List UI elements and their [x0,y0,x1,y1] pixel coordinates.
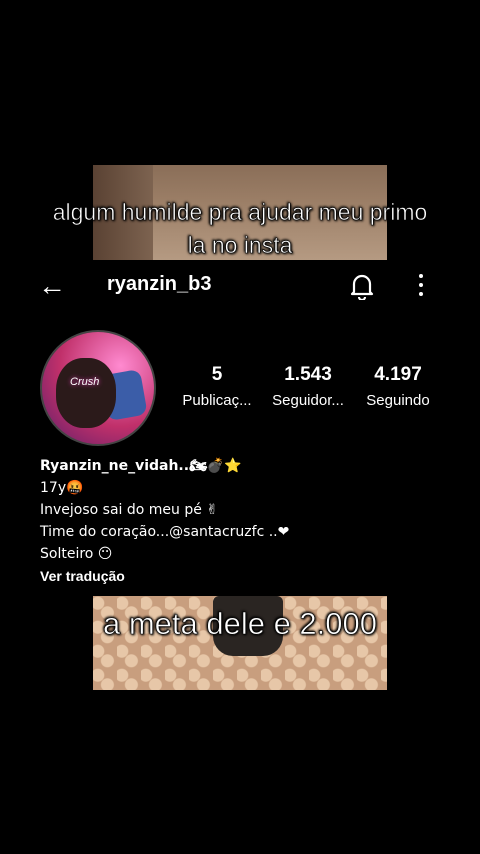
bio-display-name: Ryanzin_ne_vidah..🏍💣⭐ [40,458,242,474]
caption-top-line1: algum humilde pra ajudar meu primo [52,199,428,226]
caption-top-line2: la no insta [187,232,293,259]
stat-posts-label: Publicaç... [182,392,252,409]
stat-posts[interactable]: 5 Publicaç... [175,364,259,409]
caption-top: algum humilde pra ajudar meu primo la no… [0,196,480,262]
see-translation-link[interactable]: Ver tradução [40,565,289,587]
profile-header: ← ryanzin_b3 [0,268,480,304]
avatar[interactable]: Crush [40,330,156,446]
avatar-overlay-text: Crush [70,376,100,388]
stat-following[interactable]: 4.197 Seguindo [356,364,440,409]
stat-posts-value: 5 [211,364,223,385]
stat-following-label: Seguindo [366,392,430,409]
arrow-left-icon[interactable]: ← [38,272,66,300]
bio-line-status: Solteiro 😶 [40,546,113,562]
caption-bottom: a meta dele e 2.000 [102,606,378,642]
bio-line-team: Time do coração...@santacruzfc ..❤ [40,524,290,540]
profile-username: ryanzin_b3 [107,273,212,295]
more-vertical-icon[interactable] [418,274,424,298]
stat-followers-label: Seguidor... [272,392,344,409]
bio-line-age: 17y🤬 [40,480,84,496]
bio-line-invejoso: Invejoso sai do meu pé ✌ [40,502,219,518]
stat-followers-value: 1.543 [284,364,332,385]
profile-bio: Ryanzin_ne_vidah..🏍💣⭐ 17y🤬 Invejoso sai … [40,455,289,587]
stat-followers[interactable]: 1.543 Seguidor... [265,364,351,409]
bell-icon[interactable] [349,272,375,302]
stat-following-value: 4.197 [374,364,422,385]
